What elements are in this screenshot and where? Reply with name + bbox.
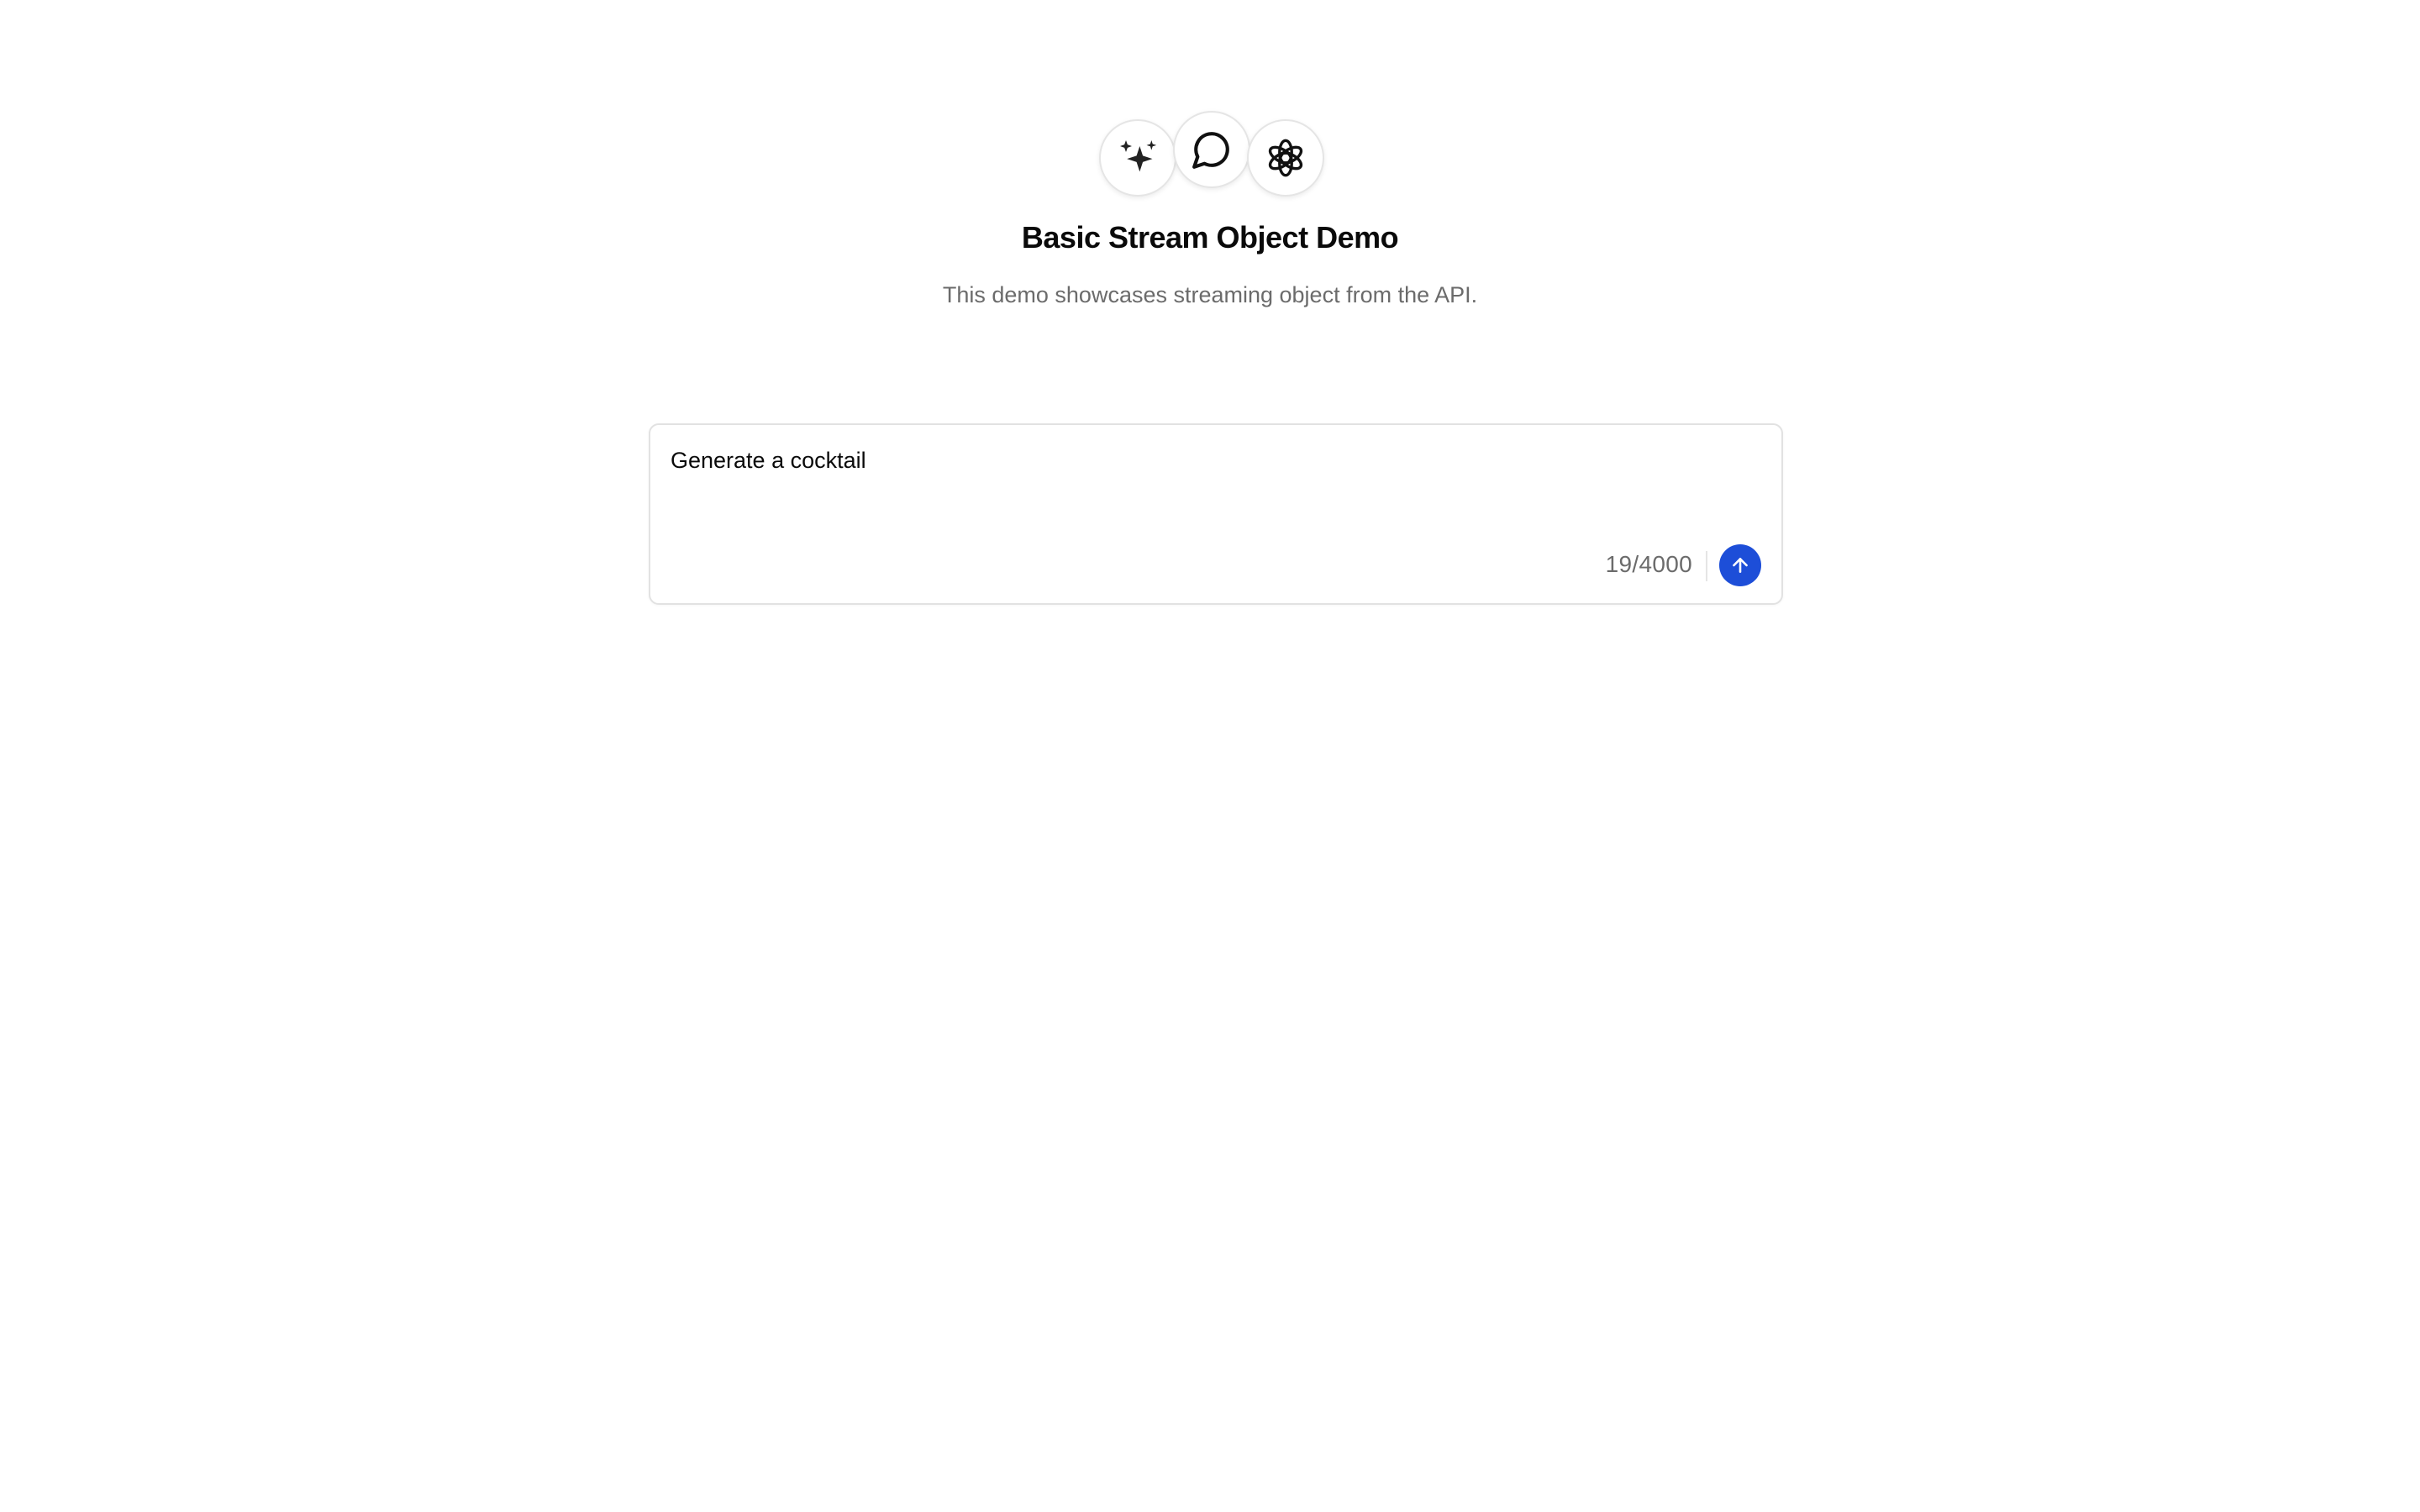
sparkles-icon [1099,119,1176,197]
page-subtitle: This demo showcases streaming object fro… [942,282,1478,307]
page-title: Basic Stream Object Demo [1021,220,1399,255]
character-counter: 19/4000 [1605,551,1692,577]
openai-logo-icon [1247,119,1324,197]
page: Basic Stream Object Demo This demo showc… [0,0,2420,1512]
send-button[interactable] [1719,544,1761,586]
chat-bubble-icon [1173,111,1250,188]
header-icon-group [1099,111,1334,202]
counter-divider [1706,551,1707,581]
prompt-box: Generate a cocktail 19/4000 [649,423,1783,605]
prompt-input[interactable]: Generate a cocktail [671,445,1721,512]
arrow-up-icon [1733,558,1748,573]
